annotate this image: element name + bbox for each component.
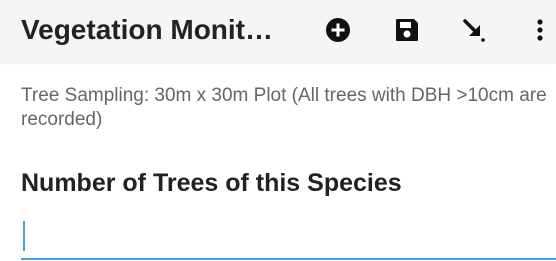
- number-of-trees-input[interactable]: [21, 214, 556, 260]
- app-title: Vegetation Monit…: [21, 14, 273, 45]
- floppy-disk-icon: [396, 19, 418, 41]
- save-button[interactable]: [389, 12, 425, 48]
- arrow-down-right-icon: [463, 19, 485, 42]
- question-label: Number of Trees of this Species: [21, 169, 402, 197]
- question-hint: Tree Sampling: 30m x 30m Plot (All trees…: [21, 85, 547, 130]
- question-container: Tree Sampling: 30m x 30m Plot (All trees…: [21, 84, 551, 198]
- more-vertical-icon: [537, 19, 543, 41]
- jump-to-button[interactable]: [456, 12, 492, 48]
- plus-circle-icon: [326, 18, 350, 42]
- text-cursor: [23, 221, 25, 251]
- add-repeat-button[interactable]: [320, 12, 356, 48]
- more-options-button[interactable]: [522, 12, 556, 48]
- app-bar: Vegetation Monit…: [0, 0, 556, 62]
